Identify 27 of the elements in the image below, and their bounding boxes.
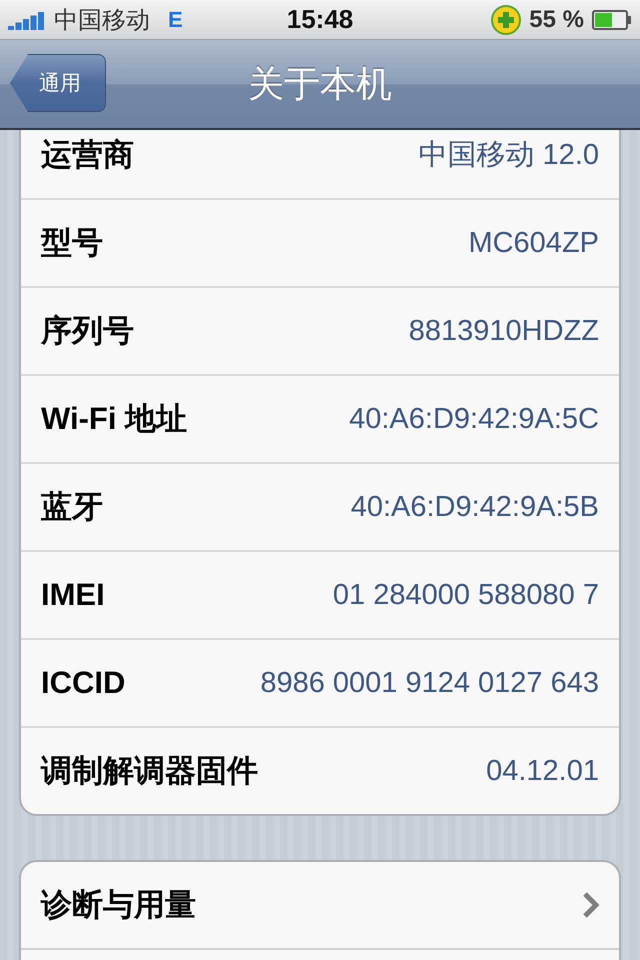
- row-value: 中国移动 12.0: [418, 138, 599, 173]
- battery-icon: [592, 10, 632, 30]
- carrier-name: 中国移动: [54, 6, 150, 36]
- row-label: 序列号: [41, 312, 134, 350]
- row-label: 型号: [41, 224, 103, 262]
- row-value: 40:A6:D9:42:9A:5C: [349, 402, 599, 436]
- network-type: E: [168, 6, 183, 32]
- row-value: 8813910HDZZ: [408, 314, 599, 348]
- row-value: MC604ZP: [468, 226, 599, 260]
- row-value: 8986 0001 9124 0127 643: [260, 666, 599, 700]
- signal-icon: [8, 10, 46, 30]
- row-label: ICCID: [41, 665, 126, 701]
- row-label: 调制解调器固件: [41, 752, 258, 790]
- back-button[interactable]: 通用: [10, 54, 106, 112]
- row-value: 04.12.01: [486, 754, 599, 788]
- battery-percentage: 55 %: [529, 6, 584, 34]
- security-app-icon: [491, 4, 522, 34]
- row-label: 运营商: [41, 136, 134, 174]
- chevron-icon: [583, 892, 599, 918]
- page-title: 关于本机: [248, 62, 392, 106]
- row-label[interactable]: 诊断与用量: [41, 884, 196, 926]
- row-value: 40:A6:D9:42:9A:5B: [350, 490, 599, 524]
- row-label: IMEI: [41, 577, 105, 613]
- clock: 15:48: [286, 4, 354, 35]
- row-value: 01 284000 588080 7: [332, 578, 599, 612]
- row-label: Wi-Fi 地址: [41, 400, 188, 438]
- row-label: 蓝牙: [41, 488, 103, 526]
